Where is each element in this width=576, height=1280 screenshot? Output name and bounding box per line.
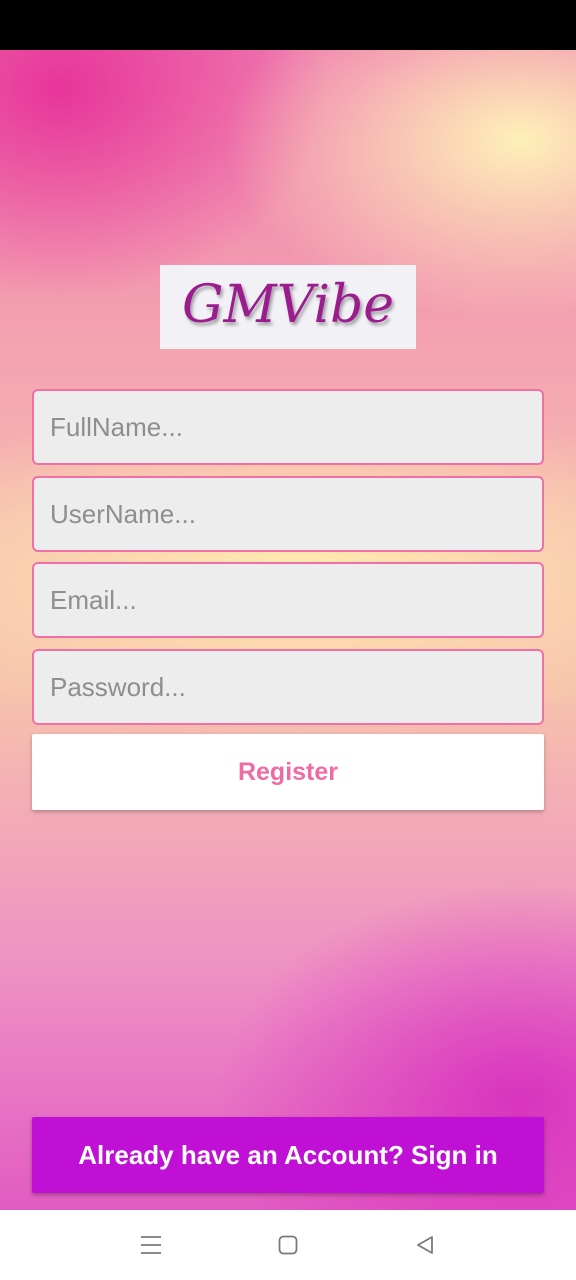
register-screen: GMVibe Register Already have an Account?…	[0, 50, 576, 1210]
home-button[interactable]	[271, 1228, 305, 1262]
password-field[interactable]	[32, 649, 544, 725]
phone-screen: GMVibe Register Already have an Account?…	[0, 0, 576, 1280]
back-icon	[417, 1236, 433, 1254]
username-field[interactable]	[32, 476, 544, 552]
sign-in-button[interactable]: Already have an Account? Sign in	[32, 1117, 544, 1193]
register-button[interactable]: Register	[32, 734, 544, 810]
app-logo: GMVibe	[160, 265, 416, 349]
fullname-field[interactable]	[32, 389, 544, 465]
menu-icon	[141, 1236, 161, 1254]
home-icon	[278, 1235, 298, 1255]
email-field[interactable]	[32, 562, 544, 638]
gmvibe-logo-image: GMVibe	[182, 275, 394, 335]
menu-button[interactable]	[134, 1228, 168, 1262]
logo-text: GMVibe	[182, 275, 394, 335]
system-navigation-bar	[0, 1210, 576, 1280]
back-button[interactable]	[408, 1228, 442, 1262]
status-bar	[0, 0, 576, 50]
